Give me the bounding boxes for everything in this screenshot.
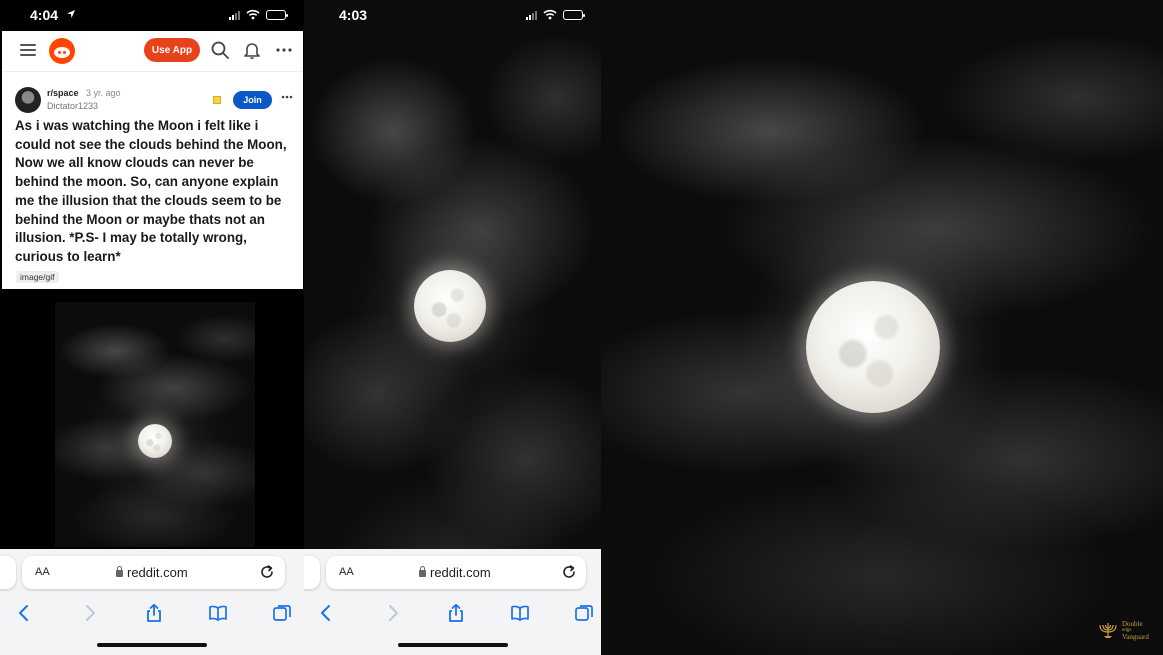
post-flair: image/gif (16, 271, 59, 283)
moon-image (414, 270, 486, 342)
use-app-button[interactable]: Use App (144, 38, 200, 62)
home-indicator[interactable] (397, 643, 508, 647)
reload-icon[interactable] (561, 564, 577, 580)
notification-bell-icon[interactable] (242, 40, 262, 60)
home-indicator[interactable] (97, 643, 207, 647)
share-icon[interactable] (446, 603, 466, 623)
watermark-line3: Vanguard (1122, 632, 1149, 641)
watermark-text: Double edge Vanguard (1122, 620, 1149, 641)
battery-icon (266, 9, 288, 20)
post-author[interactable]: Dictator1233 (47, 101, 98, 111)
safari-toolbar: AA reddit.com (304, 549, 601, 655)
more-options-icon[interactable] (274, 40, 294, 60)
middle-phone-screen: 4:03 AA reddit.com (304, 0, 601, 655)
forward-arrow-icon[interactable] (383, 603, 403, 623)
bookmarks-icon[interactable] (510, 603, 530, 623)
post-title[interactable]: As i was watching the Moon i felt like i… (15, 117, 297, 267)
forward-arrow-icon[interactable] (80, 603, 100, 623)
status-time: 4:03 (339, 7, 368, 23)
url-text: reddit.com (127, 565, 188, 580)
moon-image (806, 281, 940, 413)
back-arrow-icon[interactable] (14, 603, 34, 623)
reddit-logo-icon[interactable] (49, 38, 75, 64)
post-card: r/space 3 yr. ago Dictator1233 Join As i… (2, 71, 303, 289)
wifi-icon (543, 9, 557, 20)
address-bar[interactable]: AA reddit.com (22, 556, 285, 589)
url-display: reddit.com (419, 565, 491, 580)
status-icons (229, 9, 288, 20)
share-icon[interactable] (144, 603, 164, 623)
subreddit-avatar[interactable] (15, 87, 41, 113)
award-icon (213, 96, 221, 104)
reddit-header: Use App (2, 31, 303, 71)
back-arrow-icon[interactable] (316, 603, 336, 623)
search-icon[interactable] (210, 40, 230, 60)
tabs-icon[interactable] (272, 603, 292, 623)
reader-view-button[interactable]: AA (339, 566, 354, 578)
status-bar: 4:04 (0, 0, 304, 30)
subreddit-name[interactable]: r/space (47, 88, 79, 98)
lock-icon (419, 566, 426, 577)
url-display: reddit.com (116, 565, 188, 580)
bookmarks-icon[interactable] (208, 603, 228, 623)
location-arrow-icon (67, 10, 75, 18)
menu-icon[interactable] (20, 44, 36, 56)
moon-image (138, 424, 172, 458)
previous-tab-stub[interactable] (304, 556, 320, 589)
watermark-line1: Double (1122, 619, 1143, 628)
address-bar[interactable]: AA reddit.com (326, 556, 586, 589)
post-more-options-icon[interactable] (280, 90, 294, 104)
cellular-signal-icon (526, 10, 537, 20)
status-bar: 4:03 (304, 0, 601, 30)
reload-icon[interactable] (259, 564, 275, 580)
channel-watermark: Double edge Vanguard (1097, 618, 1157, 642)
url-text: reddit.com (430, 565, 491, 580)
zoomed-moon-image (601, 0, 1163, 655)
lock-icon (116, 566, 123, 577)
status-time: 4:04 (30, 7, 59, 23)
tabs-icon[interactable] (574, 603, 594, 623)
left-phone-screen: 4:04 Use App r/space 3 yr. ago Dictator1… (0, 0, 304, 655)
post-time-ago: 3 yr. ago (86, 88, 121, 98)
wifi-icon (246, 9, 260, 20)
previous-tab-stub[interactable] (0, 556, 16, 589)
safari-toolbar: AA reddit.com (0, 549, 304, 655)
battery-icon (563, 9, 585, 20)
cellular-signal-icon (229, 10, 240, 20)
post-media-gif[interactable] (55, 302, 255, 547)
join-button[interactable]: Join (233, 91, 272, 109)
reader-view-button[interactable]: AA (35, 566, 50, 578)
menorah-icon (1099, 623, 1117, 638)
status-icons (526, 9, 585, 20)
